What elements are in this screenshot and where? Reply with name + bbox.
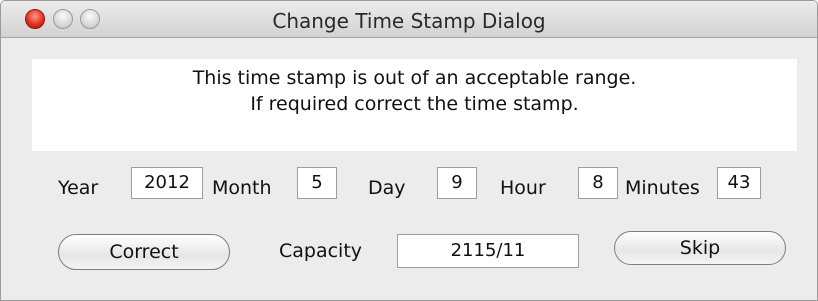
message-line-2: If required correct the time stamp.: [250, 93, 579, 115]
capacity-field: 2115/11: [397, 234, 579, 268]
correct-button[interactable]: Correct: [58, 234, 230, 270]
capacity-label: Capacity: [279, 240, 363, 262]
hour-label: Hour: [500, 177, 546, 199]
window-title: Change Time Stamp Dialog: [272, 9, 546, 33]
hour-field[interactable]: 8: [578, 167, 618, 199]
skip-button[interactable]: Skip: [614, 231, 786, 265]
day-label: Day: [368, 177, 406, 199]
year-label: Year: [58, 177, 99, 199]
day-field[interactable]: 9: [437, 167, 477, 199]
year-field[interactable]: 2012: [131, 167, 203, 199]
message-line-1: This time stamp is out of an acceptable …: [192, 67, 637, 89]
month-field[interactable]: 5: [297, 167, 337, 199]
month-label: Month: [212, 177, 272, 199]
title-bar[interactable]: Change Time Stamp Dialog: [1, 1, 817, 38]
minutes-label: Minutes: [625, 177, 700, 199]
minutes-field[interactable]: 43: [717, 167, 761, 199]
dialog-window: Change Time Stamp Dialog This time stamp…: [0, 0, 818, 301]
message-panel: This time stamp is out of an acceptable …: [32, 59, 797, 151]
